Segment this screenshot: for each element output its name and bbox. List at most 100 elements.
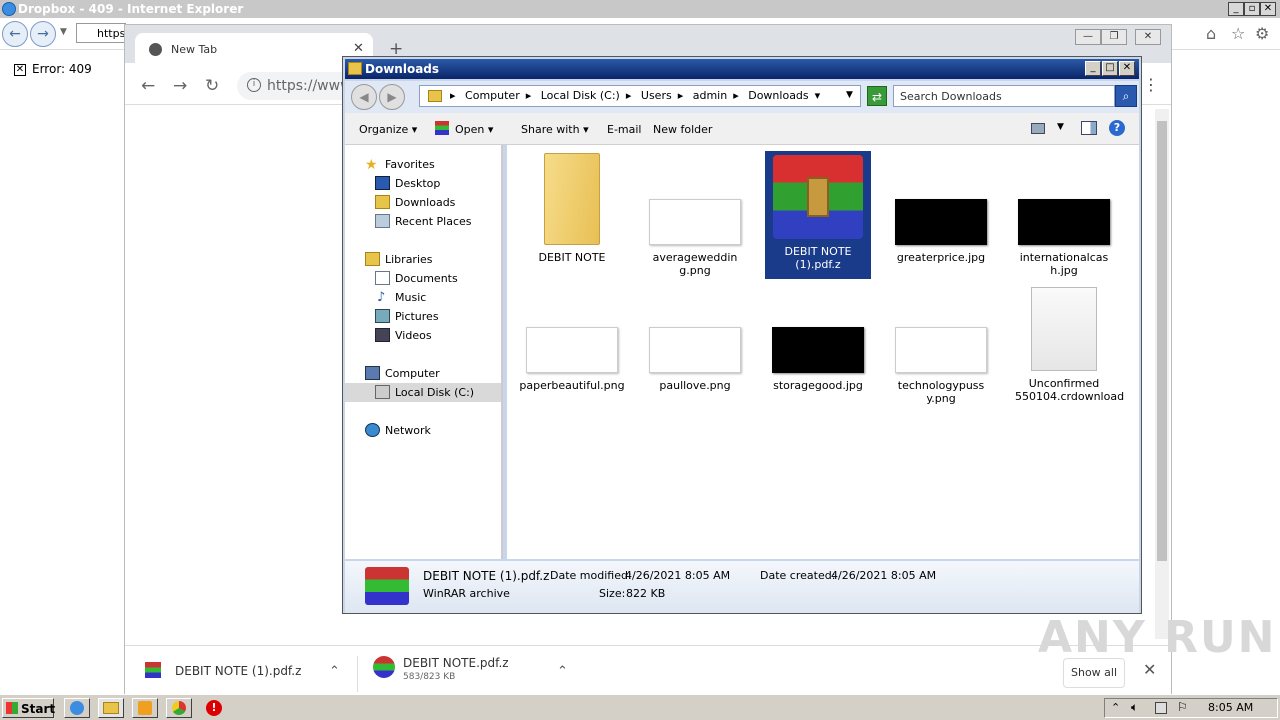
command-bar: Organize ▾ Open ▾ Share with ▾ E-mail Ne… [345,113,1139,145]
file-item[interactable]: paullove.png [642,281,748,392]
chrome-minimize-button[interactable]: — [1075,29,1101,45]
winrar-icon [365,567,409,605]
breadcrumb[interactable]: ▸ Computer ▸ Local Disk (C:) ▸ Users ▸ admi… [419,85,861,107]
nav-recent-places[interactable]: Recent Places [345,212,501,231]
status-modified-value: 4/26/2021 8:05 AM [625,569,731,582]
chrome-restore-button[interactable]: ❐ [1101,29,1127,45]
breadcrumb-computer[interactable]: Computer [465,89,520,102]
breadcrumb-local-disk[interactable]: Local Disk (C:) [541,89,620,102]
home-icon[interactable]: ⌂ [1206,24,1216,43]
info-icon[interactable]: i [247,78,261,92]
network-tray-icon[interactable] [1155,702,1167,714]
chrome-taskbar-icon[interactable] [166,698,192,718]
breadcrumb-admin[interactable]: admin [693,89,727,102]
file-item-selected[interactable]: DEBIT NOTE (1).pdf.z [765,151,871,279]
image-thumbnail [649,327,741,373]
nav-computer[interactable]: Computer [345,364,501,383]
back-icon[interactable]: ← [2,21,28,47]
file-item[interactable]: greaterprice.jpg [888,153,994,264]
breadcrumb-users[interactable]: Users [641,89,672,102]
chrome-menu-icon[interactable]: ⋮ [1143,75,1159,94]
favorites-star-icon[interactable]: ☆ [1231,24,1245,43]
new-folder-button[interactable]: New folder [653,123,712,136]
share-with-button[interactable]: Share with ▾ [521,123,589,136]
videos-icon [375,328,390,342]
chevron-up-icon[interactable]: ⌃ [329,664,340,679]
drive-icon [375,385,390,399]
windows-logo-icon [6,702,18,714]
nav-documents[interactable]: Documents [345,269,501,288]
preview-pane-icon[interactable] [1081,121,1097,135]
explorer-close-button[interactable]: ✕ [1119,61,1135,76]
tray-expand-icon[interactable]: ⌃ [1111,701,1120,714]
explorer-window: Downloads _ □ ✕ ◀ ▶ ▸ Computer ▸ Local Di… [342,56,1142,614]
status-created-label: Date created: [760,569,836,582]
media-player-taskbar-icon[interactable] [132,698,158,718]
open-button[interactable]: Open ▾ [455,123,493,136]
nav-music[interactable]: ♪ Music [345,288,501,307]
nav-favorites[interactable]: ★ Favorites [345,155,501,174]
winrar-icon [373,656,395,678]
tab-new-tab[interactable]: New Tab ✕ [135,33,373,63]
nav-network[interactable]: Network [345,421,501,440]
view-dropdown-icon[interactable]: ▼ [1057,122,1064,132]
volume-icon[interactable]: 🔈︎ [1131,700,1138,715]
nav-local-disk[interactable]: Local Disk (C:) [345,383,501,402]
image-thumbnail [649,199,741,245]
address-dropdown-icon[interactable]: ▼ [846,90,853,100]
organize-button[interactable]: Organize ▾ [359,123,417,136]
refresh-icon[interactable]: ⇄ [867,86,887,106]
nav-videos[interactable]: Videos [345,326,501,345]
explorer-taskbar-icon[interactable] [98,698,124,718]
start-button[interactable]: Start [2,698,55,718]
file-item[interactable]: averagewedding.png [642,153,748,277]
explorer-maximize-button[interactable]: □ [1102,61,1118,76]
music-icon: ♪ [377,290,386,305]
search-icon[interactable]: ⌕ [1115,85,1137,107]
history-dropdown-icon[interactable]: ▼ [60,27,67,37]
minimize-button[interactable]: _ [1228,2,1244,16]
file-item[interactable]: storagegood.jpg [765,281,871,392]
nav-desktop[interactable]: Desktop [345,174,501,193]
maximize-button[interactable]: ▫ [1244,2,1260,16]
breadcrumb-downloads[interactable]: Downloads [748,89,808,102]
stop-icon[interactable]: ! [206,700,222,716]
view-icon[interactable] [1031,123,1045,134]
folder-icon [428,90,442,102]
nav-pictures[interactable]: Pictures [345,307,501,326]
help-icon[interactable]: ? [1109,120,1125,136]
explorer-minimize-button[interactable]: _ [1085,61,1101,76]
downloads-folder-icon [375,195,390,209]
scrollbar-thumb[interactable] [1157,121,1167,561]
chrome-forward-icon[interactable]: → [173,76,187,96]
file-item[interactable]: technologypussy.png [888,281,994,405]
nav-libraries[interactable]: Libraries [345,250,501,269]
explorer-forward-icon[interactable]: ▶ [379,84,405,110]
search-input[interactable]: Search Downloads [893,85,1115,107]
download-progress: 583/823 KB [403,672,456,682]
file-item[interactable]: Unconfirmed 550104.crdownload [1011,281,1124,403]
image-thumbnail [526,327,618,373]
reload-icon[interactable]: ↻ [205,76,219,96]
file-item[interactable]: paperbeautiful.png [519,281,625,392]
documents-icon [375,271,390,285]
chrome-close-button[interactable]: ✕ [1135,29,1161,45]
file-item[interactable]: DEBIT NOTE [519,153,625,264]
chevron-up-icon[interactable]: ⌃ [557,664,568,679]
nav-downloads[interactable]: Downloads [345,193,501,212]
tab-close-icon[interactable]: ✕ [353,41,364,56]
tools-gear-icon[interactable]: ⚙ [1255,24,1269,43]
explorer-back-icon[interactable]: ◀ [351,84,377,110]
scrollbar[interactable] [1155,109,1169,639]
omnibox[interactable]: i https://www [237,72,357,100]
flag-icon[interactable]: ⚐ [1177,700,1188,714]
details-pane: DEBIT NOTE (1).pdf.z WinRAR archive Date… [345,561,1139,613]
pictures-icon [375,309,390,323]
ie-taskbar-icon[interactable] [64,698,90,718]
close-button[interactable]: ✕ [1260,2,1276,16]
file-item[interactable]: internationalcash.jpg [1011,153,1117,277]
chrome-back-icon[interactable]: ← [141,76,155,96]
email-button[interactable]: E-mail [607,123,642,136]
ie-address-bar[interactable]: https [76,23,126,43]
forward-icon[interactable]: → [30,21,56,47]
